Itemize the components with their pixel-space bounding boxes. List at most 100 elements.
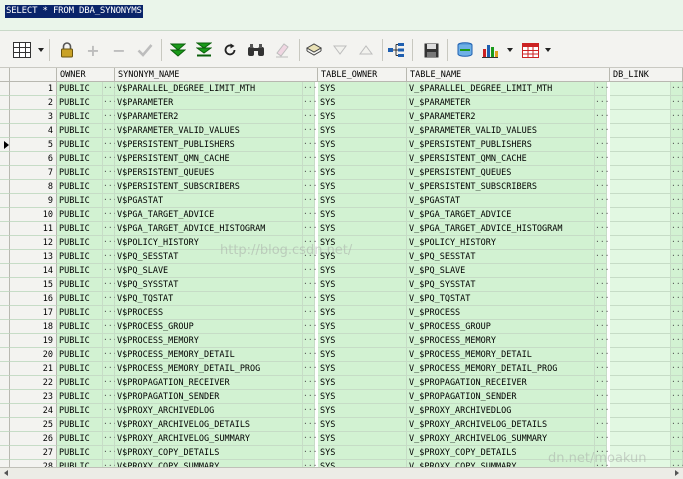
table-row[interactable]: 3 PUBLIC ··· V$PARAMETER2 ··· SYS V_$PARAMETER… <box>0 110 683 124</box>
cell-synonym-name[interactable]: V$PROXY_ARCHIVELOG_DETAILS <box>115 418 303 432</box>
cell-editor-ellipsis-icon[interactable]: ··· <box>303 334 317 348</box>
cell-db-link[interactable] <box>610 82 671 96</box>
cell-editor-ellipsis-icon[interactable]: ··· <box>103 418 117 432</box>
cell-synonym-name[interactable]: V$PARAMETER_VALID_VALUES <box>115 124 303 138</box>
cell-db-link[interactable] <box>610 96 671 110</box>
cell-db-link[interactable] <box>610 236 671 250</box>
cell-table-name[interactable]: V_$PERSISTENT_QMN_CACHE <box>407 152 595 166</box>
cell-owner[interactable]: PUBLIC <box>57 166 103 180</box>
row-indicator[interactable] <box>0 82 10 96</box>
cell-table-name[interactable]: V_$PROCESS_MEMORY_DETAIL <box>407 348 595 362</box>
cell-synonym-name[interactable]: V$PGA_TARGET_ADVICE <box>115 208 303 222</box>
cell-editor-ellipsis-icon[interactable]: ··· <box>671 264 683 278</box>
cell-synonym-name[interactable]: V$PARAMETER <box>115 96 303 110</box>
row-number[interactable]: 19 <box>10 334 57 348</box>
cell-synonym-name[interactable]: V$PGA_TARGET_ADVICE_HISTOGRAM <box>115 222 303 236</box>
cell-table-owner[interactable]: SYS <box>318 236 407 250</box>
row-indicator[interactable] <box>0 306 10 320</box>
cell-owner[interactable]: PUBLIC <box>57 138 103 152</box>
cell-table-owner[interactable]: SYS <box>318 96 407 110</box>
horizontal-scrollbar[interactable] <box>0 467 683 479</box>
cell-editor-ellipsis-icon[interactable]: ··· <box>103 152 117 166</box>
cell-synonym-name[interactable]: V$PROCESS_GROUP <box>115 320 303 334</box>
table-row[interactable]: 13 PUBLIC ··· V$PQ_SESSTAT ··· SYS V_$PQ_SESST… <box>0 250 683 264</box>
cell-owner[interactable]: PUBLIC <box>57 404 103 418</box>
table-icon[interactable] <box>520 40 540 60</box>
row-indicator[interactable] <box>0 390 10 404</box>
table-row[interactable]: 26 PUBLIC ··· V$PROXY_ARCHIVELOG_SUMMARY ···… <box>0 432 683 446</box>
cell-editor-ellipsis-icon[interactable]: ··· <box>103 96 117 110</box>
row-indicator[interactable] <box>0 320 10 334</box>
cell-db-link[interactable] <box>610 306 671 320</box>
cell-table-owner[interactable]: SYS <box>318 432 407 446</box>
cell-editor-ellipsis-icon[interactable]: ··· <box>671 222 683 236</box>
cell-editor-ellipsis-icon[interactable]: ··· <box>671 390 683 404</box>
cell-editor-ellipsis-icon[interactable]: ··· <box>103 124 117 138</box>
table-row[interactable]: 20 PUBLIC ··· V$PROCESS_MEMORY_DETAIL ··· SYS… <box>0 348 683 362</box>
cell-owner[interactable]: PUBLIC <box>57 264 103 278</box>
cell-table-owner[interactable]: SYS <box>318 124 407 138</box>
cell-editor-ellipsis-icon[interactable]: ··· <box>595 418 609 432</box>
cell-owner[interactable]: PUBLIC <box>57 334 103 348</box>
check-icon[interactable] <box>135 40 155 60</box>
table-row[interactable]: 25 PUBLIC ··· V$PROXY_ARCHIVELOG_DETAILS ···… <box>0 418 683 432</box>
cell-table-name[interactable]: V_$PROPAGATION_SENDER <box>407 390 595 404</box>
row-indicator[interactable] <box>0 432 10 446</box>
cell-editor-ellipsis-icon[interactable]: ··· <box>303 194 317 208</box>
cell-db-link[interactable] <box>610 320 671 334</box>
cell-table-name[interactable]: V_$PARAMETER2 <box>407 110 595 124</box>
cell-owner[interactable]: PUBLIC <box>57 222 103 236</box>
cell-db-link[interactable] <box>610 292 671 306</box>
row-number[interactable]: 11 <box>10 222 57 236</box>
cell-editor-ellipsis-icon[interactable]: ··· <box>303 250 317 264</box>
cell-editor-ellipsis-icon[interactable]: ··· <box>103 194 117 208</box>
cell-editor-ellipsis-icon[interactable]: ··· <box>671 320 683 334</box>
cell-editor-ellipsis-icon[interactable]: ··· <box>671 418 683 432</box>
row-number[interactable]: 3 <box>10 110 57 124</box>
cell-owner[interactable]: PUBLIC <box>57 124 103 138</box>
cell-table-name[interactable]: V_$PROXY_ARCHIVELOG_SUMMARY <box>407 432 595 446</box>
row-indicator[interactable] <box>0 194 10 208</box>
cell-editor-ellipsis-icon[interactable]: ··· <box>595 236 609 250</box>
cell-editor-ellipsis-icon[interactable]: ··· <box>103 82 117 96</box>
cell-table-name[interactable]: V_$PARAMETER_VALID_VALUES <box>407 124 595 138</box>
cell-editor-ellipsis-icon[interactable]: ··· <box>303 348 317 362</box>
chevron-down-icon[interactable] <box>507 48 513 52</box>
cell-table-owner[interactable]: SYS <box>318 152 407 166</box>
row-number[interactable]: 8 <box>10 180 57 194</box>
cell-table-name[interactable]: V_$PARAMETER <box>407 96 595 110</box>
cell-synonym-name[interactable]: V$PROXY_COPY_DETAILS <box>115 446 303 460</box>
cell-editor-ellipsis-icon[interactable]: ··· <box>103 278 117 292</box>
table-row[interactable]: 7 PUBLIC ··· V$PERSISTENT_QUEUES ··· SYS V_$PE… <box>0 166 683 180</box>
cell-editor-ellipsis-icon[interactable]: ··· <box>595 222 609 236</box>
cell-table-owner[interactable]: SYS <box>318 292 407 306</box>
cell-db-link[interactable] <box>610 152 671 166</box>
cell-editor-ellipsis-icon[interactable]: ··· <box>103 250 117 264</box>
row-indicator[interactable] <box>0 292 10 306</box>
cell-editor-ellipsis-icon[interactable]: ··· <box>671 362 683 376</box>
cell-db-link[interactable] <box>610 264 671 278</box>
cell-editor-ellipsis-icon[interactable]: ··· <box>595 250 609 264</box>
cell-table-name[interactable]: V_$PROPAGATION_RECEIVER <box>407 376 595 390</box>
bar-chart-icon[interactable] <box>480 40 500 60</box>
cell-table-name[interactable]: V_$PROCESS_GROUP <box>407 320 595 334</box>
cell-editor-ellipsis-icon[interactable]: ··· <box>303 208 317 222</box>
cell-editor-ellipsis-icon[interactable]: ··· <box>303 180 317 194</box>
cell-editor-ellipsis-icon[interactable]: ··· <box>595 194 609 208</box>
cell-synonym-name[interactable]: V$PROPAGATION_SENDER <box>115 390 303 404</box>
add-icon[interactable]: + <box>83 40 103 60</box>
cell-editor-ellipsis-icon[interactable]: ··· <box>671 124 683 138</box>
cell-editor-ellipsis-icon[interactable]: ··· <box>595 404 609 418</box>
cell-editor-ellipsis-icon[interactable]: ··· <box>103 110 117 124</box>
cell-db-link[interactable] <box>610 250 671 264</box>
row-number[interactable]: 12 <box>10 236 57 250</box>
cell-db-link[interactable] <box>610 432 671 446</box>
row-number[interactable]: 17 <box>10 306 57 320</box>
cell-synonym-name[interactable]: V$PQ_SESSTAT <box>115 250 303 264</box>
cell-table-owner[interactable]: SYS <box>318 138 407 152</box>
column-header-table-name[interactable]: TABLE_NAME <box>407 68 610 82</box>
table-row[interactable]: 24 PUBLIC ··· V$PROXY_ARCHIVEDLOG ··· SYS V_$P… <box>0 404 683 418</box>
table-row[interactable]: 21 PUBLIC ··· V$PROCESS_MEMORY_DETAIL_PROG ·… <box>0 362 683 376</box>
cell-editor-ellipsis-icon[interactable]: ··· <box>671 348 683 362</box>
cell-table-owner[interactable]: SYS <box>318 334 407 348</box>
